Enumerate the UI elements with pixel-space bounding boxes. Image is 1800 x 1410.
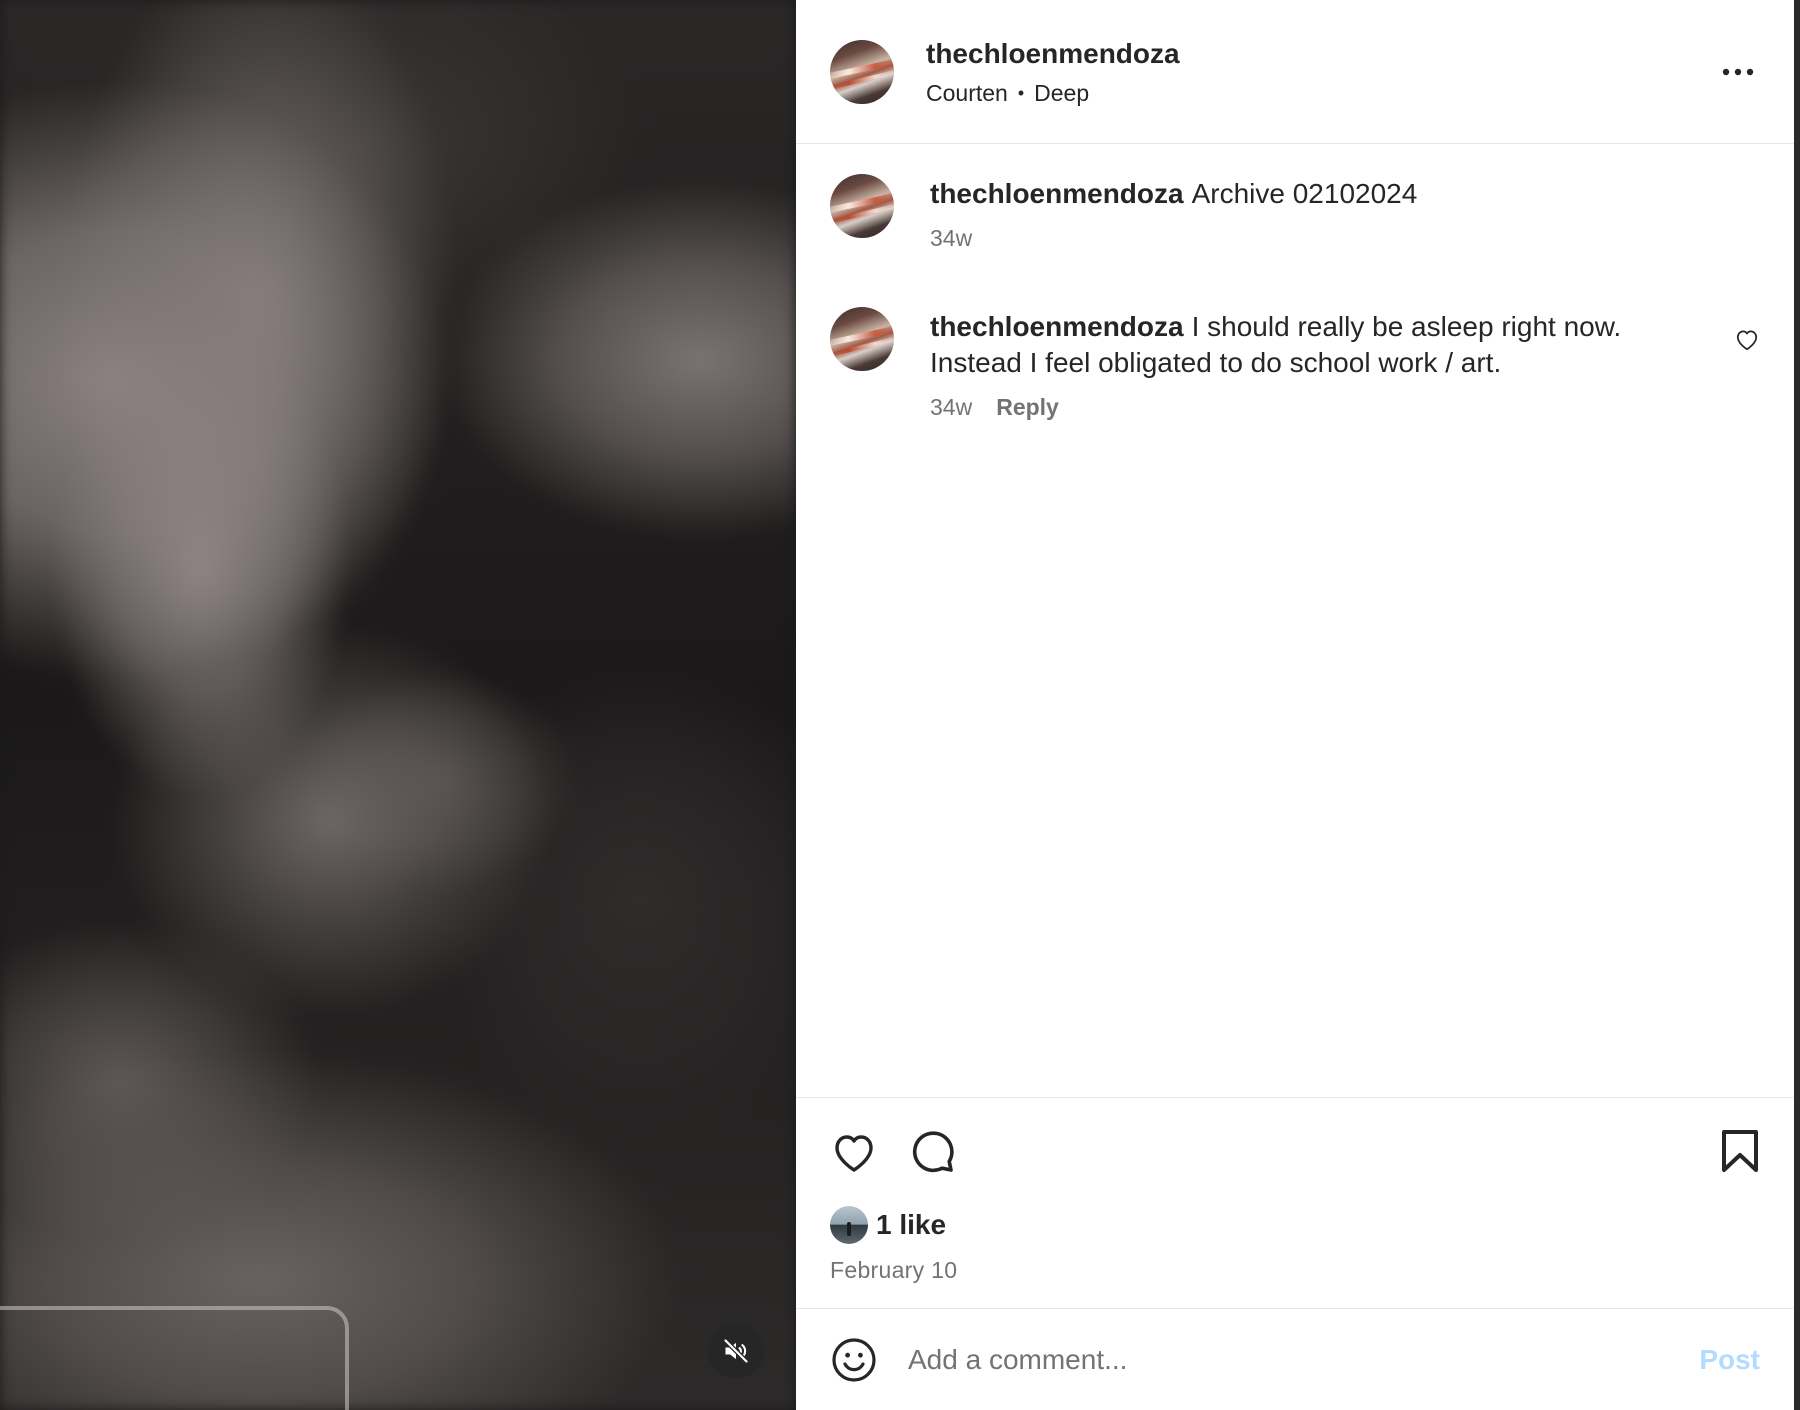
comment-bubble-icon xyxy=(912,1130,954,1172)
comment-button[interactable] xyxy=(908,1127,956,1175)
comment-body: thechloenmendoza I should really be aslee… xyxy=(930,307,1760,421)
author-username[interactable]: thechloenmendoza xyxy=(926,37,1180,71)
comment-username[interactable]: thechloenmendoza xyxy=(930,311,1184,342)
post-comment-button[interactable]: Post xyxy=(1699,1344,1760,1376)
add-comment-bar: Post xyxy=(796,1308,1794,1410)
comment-time[interactable]: 34w xyxy=(930,224,972,252)
more-options-button[interactable] xyxy=(1716,62,1760,82)
post-date[interactable]: February 10 xyxy=(830,1257,1760,1284)
author-avatar[interactable] xyxy=(830,39,894,104)
mute-button[interactable] xyxy=(708,1323,764,1379)
post-header: thechloenmendoza Courten • Deep xyxy=(796,0,1794,144)
emoji-button[interactable] xyxy=(830,1336,878,1384)
post-sidebar: thechloenmendoza Courten • Deep thechloe… xyxy=(796,0,1800,1410)
media-image xyxy=(0,0,796,1410)
speaker-muted-icon xyxy=(723,1338,749,1364)
comment-item: thechloenmendoza I should really be aslee… xyxy=(830,307,1760,421)
comment-meta: 34w Reply xyxy=(930,393,1690,421)
comment-input[interactable] xyxy=(906,1342,1700,1377)
audio-title[interactable]: Deep xyxy=(1034,79,1089,107)
post-actions: 1 like February 10 xyxy=(796,1097,1794,1308)
audio-info: Courten • Deep xyxy=(926,79,1180,107)
comment-like-button[interactable] xyxy=(1734,327,1760,354)
liker-avatar[interactable] xyxy=(830,1206,868,1244)
heart-icon xyxy=(835,1134,873,1172)
comment-avatar[interactable] xyxy=(830,174,894,238)
audio-artist[interactable]: Courten xyxy=(926,79,1008,107)
bookmark-icon xyxy=(1722,1129,1758,1172)
comment-body: thechloenmendoza Archive 02102024 34w xyxy=(930,174,1760,252)
comment-username[interactable]: thechloenmendoza xyxy=(930,178,1184,209)
comment-avatar[interactable] xyxy=(830,307,894,371)
action-bar xyxy=(830,1098,1760,1203)
post-view: thechloenmendoza Courten • Deep thechloe… xyxy=(0,0,1800,1410)
heart-icon xyxy=(1736,330,1758,351)
media-shape xyxy=(0,1306,349,1410)
comment-meta: 34w xyxy=(930,224,1690,252)
more-horizontal-icon xyxy=(1722,68,1754,75)
caption-comment: thechloenmendoza Archive 02102024 34w xyxy=(830,174,1760,252)
comment-text: thechloenmendoza Archive 02102024 xyxy=(930,176,1690,212)
likes-summary: 1 like xyxy=(830,1203,1760,1247)
audio-separator: • xyxy=(1017,82,1025,103)
post-media[interactable] xyxy=(0,0,796,1410)
comment-text: thechloenmendoza I should really be aslee… xyxy=(930,309,1690,381)
header-text: thechloenmendoza Courten • Deep xyxy=(926,37,1180,107)
reply-button[interactable]: Reply xyxy=(996,393,1059,421)
like-button[interactable] xyxy=(830,1129,878,1173)
save-button[interactable] xyxy=(1720,1128,1760,1174)
comment-content: Archive 02102024 xyxy=(1191,178,1418,209)
comment-time[interactable]: 34w xyxy=(930,393,972,421)
likes-count[interactable]: 1 like xyxy=(876,1209,946,1241)
comments-list: thechloenmendoza Archive 02102024 34w the… xyxy=(796,144,1794,1097)
emoji-icon xyxy=(832,1337,876,1382)
